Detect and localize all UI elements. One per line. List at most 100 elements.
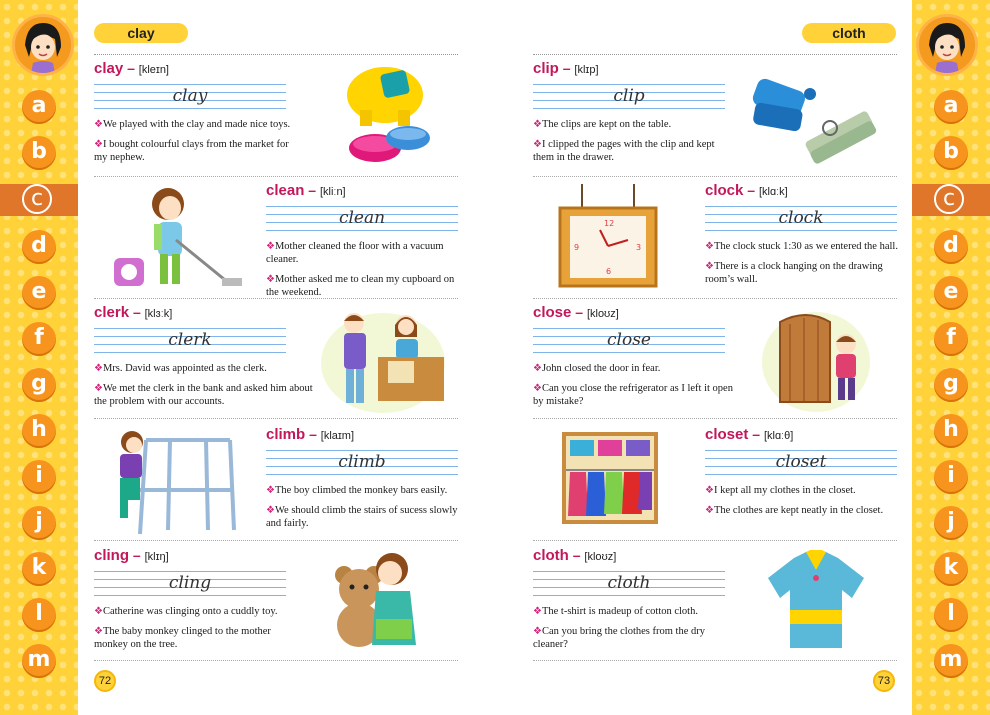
headword: climb [266,426,306,443]
clay-toys-illustration [347,67,430,162]
cursive-word: clip [613,86,645,106]
svg-text:9: 9 [574,243,579,252]
letter-tab-a[interactable]: a [22,90,56,124]
entry-divider [94,660,458,661]
letter-tab-a[interactable]: a [934,90,968,124]
tshirt-illustration [768,550,864,648]
cursive-word: clock [778,208,824,228]
example-sentence: ❖The clothes are kept neatly in the clos… [705,505,884,516]
letter-tab-k[interactable]: k [22,552,56,586]
letter-tab-i[interactable]: i [934,460,968,494]
pronunciation: [klɪp] [574,64,599,76]
cursive-word: clay [172,86,208,106]
entry-closet: closet – [klɑːθ] closet ❖I kept all my c… [705,426,905,517]
pronunciation: [klɑːk] [758,186,788,198]
example-sentence: ❖I kept all my clothes in the closet. [705,485,856,496]
letter-tab-h[interactable]: h [22,414,56,448]
handwriting-guide: closet [705,448,897,478]
letter-tab-j[interactable]: j [934,506,968,540]
cursive-word: cling [168,573,212,593]
entry-clip: clip – [klɪp] clip ❖The clips are kept o… [533,60,733,164]
boy-climbing-illustration [120,431,236,535]
entry-clerk: clerk – [klɜːk] clerk ❖Mrs. David was ap… [94,304,313,408]
letter-tab-k[interactable]: k [934,552,968,586]
headword: cling [94,547,130,564]
example-sentence: ❖Can you bring the clothes from the dry … [533,626,705,650]
letter-tab-g[interactable]: g [934,368,968,402]
entry-divider [94,540,458,541]
headword: clip [533,60,559,77]
letter-tab-e[interactable]: e [22,276,56,310]
letter-tab-g[interactable]: g [22,368,56,402]
girl-hugging-teddy-illustration [335,553,416,647]
headword-line: clean – [kliːn] [266,182,346,199]
example-sentence: ❖I clipped the pages with the clip and k… [533,139,715,163]
example-sentence: ❖Mother asked me to clean my cupboard on… [266,274,455,298]
page-number-right: 73 [873,670,895,692]
example-sentence: ❖John closed the door in fear. [533,363,661,374]
headword: clock [705,182,744,199]
entry-divider [533,540,897,541]
letter-tab-l[interactable]: l [934,598,968,632]
example-sentence: ❖Mother cleaned the floor with a vacuum … [266,241,444,265]
letter-tab-j[interactable]: j [22,506,56,540]
letter-tab-c-active[interactable]: c [912,184,990,216]
example-sentence: ❖I bought colourful clays from the marke… [94,139,289,163]
example-sentence: ❖Can you close the refrigerator as I lef… [533,383,733,407]
letter-tab-f[interactable]: f [934,322,968,356]
example-sentence: ❖The clock stuck 1:30 as we entered the … [705,241,898,252]
letter-tab-b[interactable]: b [22,136,56,170]
cursive-word: clean [338,208,386,228]
svg-text:3: 3 [636,243,641,252]
headword: cloth [533,547,569,564]
entry-clean: clean – [kliːn] clean ❖Mother cleaned th… [266,182,466,299]
headword: clay [94,60,124,77]
headword-line: clerk – [klɜːk] [94,304,173,321]
example-sentence: ❖There is a clock hanging on the drawing… [705,261,883,285]
entry-divider [533,298,897,299]
letter-tab-c-active[interactable]: c [0,184,78,216]
entry-climb: climb – [klaɪm] climb ❖The boy climbed t… [266,426,466,530]
letter-tab-h[interactable]: h [934,414,968,448]
guide-word-right: cloth [802,23,896,43]
pronunciation: [klɑːθ] [763,430,794,442]
headword: clean [266,182,305,199]
headword: closet [705,426,749,443]
svg-text:12: 12 [604,219,614,228]
letter-tab-d[interactable]: d [934,230,968,264]
headword-line: clip – [klɪp] [533,60,599,77]
example-sentence: ❖The boy climbed the monkey bars easily. [266,485,448,496]
entry-cling: cling – [klɪŋ] cling ❖Catherine was clin… [94,547,294,651]
letter-tab-d[interactable]: d [22,230,56,264]
letter-tab-l[interactable]: l [22,598,56,632]
wall-clock-illustration: 12 3 6 9 [558,184,658,288]
handwriting-guide: close [533,326,725,356]
headword-line: clock – [klɑːk] [705,182,788,199]
letter-tab-b[interactable]: b [934,136,968,170]
headword-line: close – [kloʊz] [533,304,619,321]
headword-line: cloth – [kloʊz] [533,547,617,564]
cursive-word: climb [338,452,386,472]
top-rule-right [533,54,897,55]
letter-tab-m[interactable]: m [22,644,56,678]
example-sentence: ❖We played with the clay and made nice t… [94,119,291,130]
letter-tab-m[interactable]: m [934,644,968,678]
pronunciation: [kloʊz] [586,308,619,320]
letter-tab-f[interactable]: f [22,322,56,356]
letter-tab-i[interactable]: i [22,460,56,494]
entry-clay: clay – [kleɪn] clay ❖We played with the … [94,60,294,164]
girl-avatar-left [12,14,74,76]
boy-closing-door-illustration [762,312,870,412]
entry-divider [533,176,897,177]
headword: clerk [94,304,130,321]
entry-divider [94,176,458,177]
top-rule-left [94,54,458,55]
clerk-at-desk-illustration [321,313,445,413]
letter-tab-e[interactable]: e [934,276,968,310]
pronunciation: [kliːn] [319,186,346,198]
headword: close [533,304,572,321]
example-sentence: ❖Mrs. David was appointed as the clerk. [94,363,267,374]
svg-text:6: 6 [606,267,611,276]
girl-avatar-right [916,14,978,76]
girl-cleaning-illustration [114,188,242,286]
